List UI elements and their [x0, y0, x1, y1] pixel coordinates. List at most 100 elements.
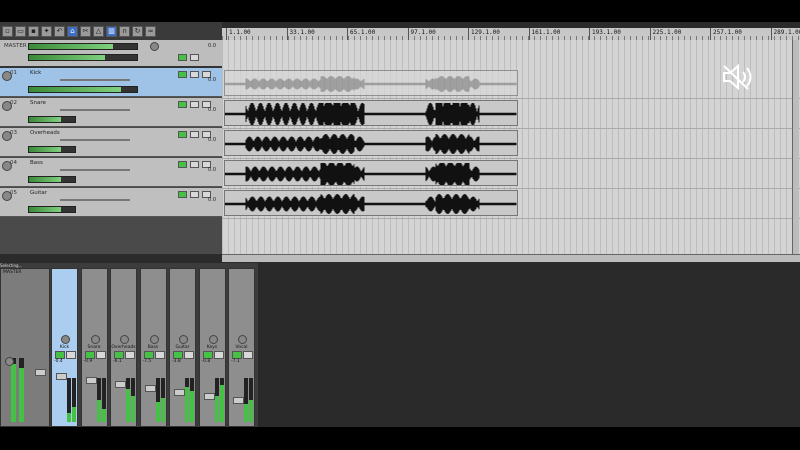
strip-meter-left	[185, 378, 189, 422]
empty-dock-area	[258, 263, 800, 427]
save-icon[interactable]: ▪	[28, 25, 39, 37]
track-header-kick[interactable]: 01 Kick 0.0	[0, 68, 222, 97]
mute-button[interactable]	[190, 191, 199, 198]
mixer-strip-vocal[interactable]: Vocal -7.1	[228, 268, 255, 427]
mute-button[interactable]	[190, 71, 199, 78]
strip-fx-button[interactable]	[55, 351, 65, 359]
mixer-strip-snare[interactable]: Snare -0.9	[80, 268, 108, 427]
strip-fx-button[interactable]	[202, 351, 213, 359]
snap-icon[interactable]: ∩	[119, 25, 130, 37]
fx-button[interactable]	[178, 71, 187, 78]
fx-button[interactable]	[178, 161, 187, 168]
track-lane[interactable]	[222, 188, 800, 219]
mute-button[interactable]	[190, 131, 199, 138]
ruler-label: 225.1.00	[652, 29, 682, 36]
loop-icon[interactable]: ↻	[132, 25, 143, 37]
strip-fx-button[interactable]	[84, 351, 95, 359]
strip-fader[interactable]	[85, 377, 97, 384]
master-meter-2	[28, 54, 138, 61]
strip-fx-button[interactable]	[173, 351, 183, 359]
master-pan-knob[interactable]	[5, 357, 14, 366]
master-mute-button[interactable]	[190, 54, 199, 61]
ruler-marker	[407, 28, 409, 40]
track-header-snare[interactable]: 02 Snare 0.0	[0, 98, 222, 127]
mixer-strip-overheads[interactable]: Overheads -6.1	[110, 268, 137, 427]
envelope-icon[interactable]: ≈	[145, 25, 156, 37]
audio-item[interactable]	[224, 190, 518, 216]
audio-item[interactable]	[224, 100, 518, 126]
fx-button[interactable]	[178, 191, 187, 198]
strip-fader[interactable]	[174, 389, 185, 396]
ruler-marker	[528, 28, 530, 40]
master-volume-knob[interactable]	[150, 42, 159, 51]
grid-icon[interactable]: ▥	[106, 25, 117, 37]
strip-fx-button[interactable]	[143, 351, 154, 359]
undo-icon[interactable]: ↶	[54, 25, 65, 37]
pan-knob[interactable]	[179, 335, 188, 344]
mixer-strip-bass[interactable]: Bass -7.5	[139, 268, 167, 427]
volume-slider[interactable]	[60, 169, 130, 171]
strip-mute-button[interactable]	[243, 351, 253, 359]
strip-mute-button[interactable]	[213, 351, 224, 359]
fx-button[interactable]	[178, 131, 187, 138]
strip-mute-button[interactable]	[184, 351, 194, 359]
arrange-view[interactable]	[222, 40, 800, 254]
waveform	[225, 103, 517, 125]
track-lane[interactable]	[222, 128, 800, 159]
fx-button[interactable]	[178, 101, 187, 108]
volume-slider[interactable]	[60, 109, 130, 111]
ruler-label: 97.1.00	[410, 29, 436, 36]
strip-fx-button[interactable]	[114, 351, 124, 359]
cut-icon[interactable]: ✂	[80, 25, 91, 37]
strip-mute-button[interactable]	[154, 351, 165, 359]
track-number: 01	[10, 70, 17, 76]
settings-icon[interactable]: ✦	[41, 25, 52, 37]
mixer-strip-keys[interactable]: Keys -0.8	[198, 268, 226, 427]
pan-knob[interactable]	[238, 335, 247, 344]
speaker-muted-icon[interactable]	[718, 62, 764, 92]
track-header-overheads[interactable]: 03 Overheads 0.0	[0, 128, 222, 157]
track-header-bass[interactable]: 04 Bass 0.0	[0, 158, 222, 187]
metronome-icon[interactable]: △	[93, 25, 104, 37]
strip-label: Guitar	[175, 345, 190, 350]
volume-slider[interactable]	[60, 79, 130, 81]
track-header-guitar[interactable]: 05 Guitar 0.0	[0, 188, 222, 217]
audio-item[interactable]	[224, 130, 518, 156]
strip-mute-button[interactable]	[125, 351, 135, 359]
strip-fader[interactable]	[115, 381, 126, 388]
mixer-master-strip[interactable]: MASTER	[0, 268, 50, 427]
strip-fader[interactable]	[203, 393, 215, 400]
pan-knob[interactable]	[208, 335, 218, 344]
home-icon[interactable]: ⌂	[67, 25, 78, 37]
mute-button[interactable]	[190, 101, 199, 108]
master-fader[interactable]	[35, 369, 46, 376]
strip-fader[interactable]	[233, 397, 244, 404]
volume-slider[interactable]	[60, 199, 130, 201]
horizontal-scrollbar[interactable]	[222, 254, 800, 262]
audio-item[interactable]	[224, 70, 518, 96]
mixer-strip-kick[interactable]: Kick -0.4	[51, 268, 78, 427]
pan-knob[interactable]	[90, 335, 100, 344]
new-icon[interactable]: ▫	[2, 25, 13, 37]
pan-knob[interactable]	[61, 335, 70, 344]
track-lane[interactable]	[222, 158, 800, 189]
track-lane[interactable]	[222, 98, 800, 129]
vertical-scrollbar[interactable]	[792, 40, 799, 254]
pan-knob[interactable]	[149, 335, 159, 344]
strip-mute-button[interactable]	[66, 351, 76, 359]
strip-fader[interactable]	[56, 373, 67, 380]
track-lane[interactable]	[222, 68, 800, 99]
strip-fader[interactable]	[144, 385, 156, 392]
audio-item[interactable]	[224, 160, 518, 186]
master-track[interactable]: MASTER 0.0	[0, 40, 222, 68]
track-number: 04	[10, 160, 17, 166]
volume-slider[interactable]	[60, 139, 130, 141]
strip-meter-left	[214, 378, 219, 422]
open-icon[interactable]: ▭	[15, 25, 26, 37]
mute-button[interactable]	[190, 161, 199, 168]
strip-mute-button[interactable]	[95, 351, 106, 359]
strip-fx-button[interactable]	[232, 351, 242, 359]
pan-knob[interactable]	[120, 335, 129, 344]
mixer-strip-guitar[interactable]: Guitar -3.8	[169, 268, 196, 427]
master-fx-button[interactable]	[178, 54, 187, 61]
